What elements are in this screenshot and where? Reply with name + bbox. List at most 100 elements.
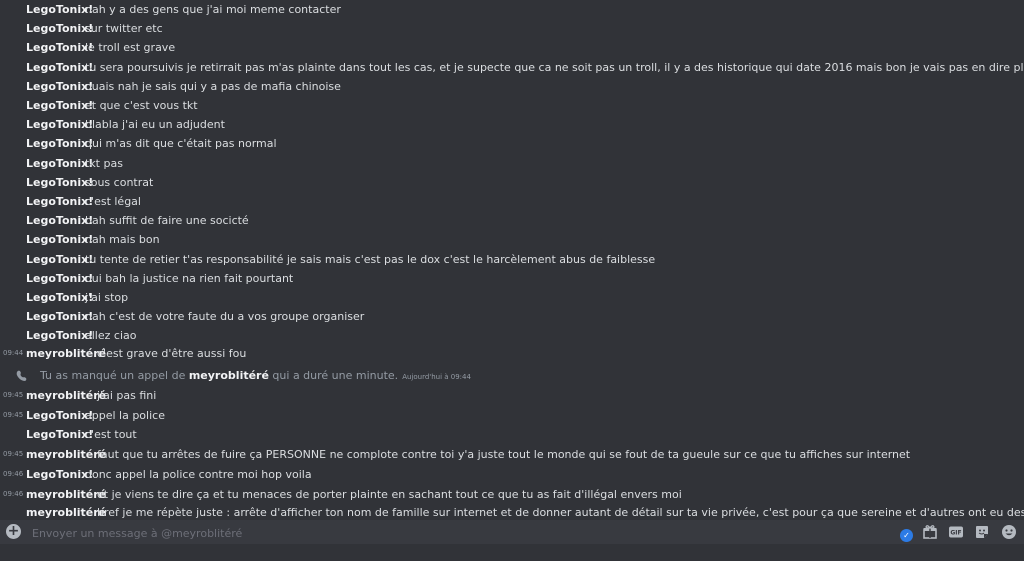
message-text: tkt pas bbox=[85, 156, 123, 170]
message-text: j'ai pas fini bbox=[97, 389, 157, 402]
verified-check-icon: ✓ bbox=[900, 529, 913, 542]
message-row: LegoTonix! tu tente de retier t'as respon… bbox=[0, 250, 1024, 269]
add-attachment-button[interactable]: + bbox=[6, 524, 21, 539]
message-row: LegoTonix! c'est légal bbox=[0, 192, 1024, 211]
message-author[interactable]: LegoTonix! bbox=[26, 38, 93, 57]
message-composer: + ✓ GIF bbox=[0, 520, 1024, 544]
message-timestamp: 09:46 bbox=[3, 490, 24, 498]
message-row: 09:45 meyroblitéré j'ai pas fini bbox=[0, 386, 1024, 405]
message-text: appel la police bbox=[85, 409, 165, 422]
message-author[interactable]: LegoTonix! bbox=[26, 288, 93, 307]
message-row: LegoTonix! ouais nah je sais qui y a pas … bbox=[0, 77, 1024, 96]
message-author[interactable]: meyroblitéré bbox=[26, 503, 106, 520]
message-author[interactable]: meyroblitéré bbox=[26, 344, 106, 363]
message-row: LegoTonix! allez ciao bbox=[0, 326, 1024, 345]
call-timestamp: Aujourd'hui à 09:44 bbox=[402, 373, 471, 381]
message-row: LegoTonix! tu sera poursuivis je retirrai… bbox=[0, 58, 1024, 77]
message-author[interactable]: meyroblitéré bbox=[26, 485, 106, 504]
message-row: 09:44 meyroblitéré c'est grave d'être auss… bbox=[0, 344, 1024, 363]
message-row: LegoTonix! j'ai stop bbox=[0, 288, 1024, 307]
message-author[interactable]: meyroblitéré bbox=[26, 386, 106, 405]
message-author[interactable]: LegoTonix! bbox=[26, 465, 93, 484]
message-text: bah suffit de faire une socicté bbox=[85, 214, 249, 228]
message-text: c'est grave d'être aussi fou bbox=[97, 347, 247, 360]
message-row: LegoTonix! sous contrat bbox=[0, 173, 1024, 192]
message-text: et je viens te dire ça et tu menaces de … bbox=[97, 488, 682, 501]
message-list: LegoTonix! nah y a des gens que j'ai moi … bbox=[0, 0, 1024, 520]
message-text: et que c'est vous tkt bbox=[85, 99, 198, 112]
message-author[interactable]: LegoTonix! bbox=[26, 250, 93, 269]
message-text: oui bah la justice na rien fait pourtant bbox=[85, 271, 294, 285]
svg-text:GIF: GIF bbox=[950, 530, 961, 537]
message-author[interactable]: LegoTonix! bbox=[26, 326, 93, 345]
message-row: LegoTonix! nah c'est de votre faute du a … bbox=[0, 307, 1024, 326]
message-row: LegoTonix! sur twitter etc bbox=[0, 19, 1024, 38]
message-author[interactable]: LegoTonix! bbox=[26, 115, 93, 134]
call-notice-text: Tu as manqué un appel de meyroblitéré qu… bbox=[40, 366, 471, 387]
message-row: LegoTonix! blabla j'ai eu un adjudent bbox=[0, 115, 1024, 134]
message-text: j'ai stop bbox=[85, 291, 129, 304]
message-row: LegoTonix! c'est tout bbox=[0, 425, 1024, 444]
sticker-icon[interactable] bbox=[974, 524, 990, 540]
message-author[interactable]: LegoTonix! bbox=[26, 96, 93, 115]
message-row: LegoTonix! bah suffit de faire une socict… bbox=[0, 211, 1024, 230]
message-timestamp: 09:44 bbox=[3, 349, 24, 357]
gif-icon[interactable]: GIF bbox=[948, 524, 964, 540]
message-text: faut que tu arrêtes de fuire ça PERSONNE… bbox=[97, 448, 911, 461]
message-timestamp: 09:45 bbox=[3, 450, 24, 458]
message-author[interactable]: LegoTonix! bbox=[26, 19, 93, 38]
message-text: ouais nah je sais qui y a pas de mafia c… bbox=[85, 79, 341, 93]
call-suffix: qui a duré une minute. bbox=[268, 369, 399, 382]
message-text: qui m'as dit que c'était pas normal bbox=[85, 137, 277, 151]
message-author[interactable]: meyroblitéré bbox=[26, 445, 106, 464]
message-author[interactable]: LegoTonix! bbox=[26, 173, 93, 192]
message-text: nah y a des gens que j'ai moi meme conta… bbox=[85, 3, 341, 16]
message-author[interactable]: LegoTonix! bbox=[26, 154, 93, 173]
message-input[interactable] bbox=[30, 522, 734, 544]
emoji-icon[interactable] bbox=[1001, 524, 1017, 540]
message-timestamp: 09:45 bbox=[3, 411, 24, 419]
message-row: 09:45 LegoTonix! appel la police bbox=[0, 406, 1024, 425]
message-author[interactable]: LegoTonix! bbox=[26, 77, 93, 96]
message-author[interactable]: LegoTonix! bbox=[26, 192, 93, 211]
message-text: bref je me répète juste : arrête d'affic… bbox=[97, 506, 1024, 519]
message-row: LegoTonix! et que c'est vous tkt bbox=[0, 96, 1024, 115]
message-author[interactable]: LegoTonix! bbox=[26, 134, 93, 153]
message-text: sous contrat bbox=[85, 175, 154, 189]
message-row: 09:46 LegoTonix! donc appel la police cont… bbox=[0, 465, 1024, 484]
call-prefix: Tu as manqué un appel de bbox=[40, 369, 189, 382]
message-text: donc appel la police contre moi hop voil… bbox=[85, 468, 312, 481]
message-row: 09:46 meyroblitéré et je viens te dire ça … bbox=[0, 485, 1024, 504]
message-row: LegoTonix! nah y a des gens que j'ai moi … bbox=[0, 0, 1024, 19]
message-author[interactable]: LegoTonix! bbox=[26, 406, 93, 425]
message-text: tu tente de retier t'as responsabilité j… bbox=[85, 252, 656, 266]
message-text: nah c'est de votre faute du a vos groupe… bbox=[85, 310, 365, 324]
message-author[interactable]: LegoTonix! bbox=[26, 211, 93, 230]
message-author[interactable]: LegoTonix! bbox=[26, 269, 93, 288]
message-row: LegoTonix! tkt pas bbox=[0, 154, 1024, 173]
message-row: LegoTonix! oui bah la justice na rien fai… bbox=[0, 269, 1024, 288]
message-row: LegoTonix! nah mais bon bbox=[0, 230, 1024, 249]
message-text: allez ciao bbox=[85, 329, 137, 343]
bottom-spacer bbox=[0, 544, 1024, 561]
missed-call-notice: Tu as manqué un appel de meyroblitéré qu… bbox=[0, 366, 1024, 385]
message-row: LegoTonix! le troll est grave bbox=[0, 38, 1024, 57]
gift-icon[interactable] bbox=[922, 524, 938, 540]
message-author[interactable]: LegoTonix! bbox=[26, 230, 93, 249]
message-author[interactable]: LegoTonix! bbox=[26, 425, 93, 444]
message-text: c'est légal bbox=[85, 195, 141, 208]
message-row: LegoTonix! qui m'as dit que c'était pas n… bbox=[0, 134, 1024, 153]
message-text: blabla j'ai eu un adjudent bbox=[85, 118, 225, 132]
message-text: le troll est grave bbox=[85, 41, 176, 55]
message-text: c'est tout bbox=[85, 428, 137, 441]
message-author[interactable]: LegoTonix! bbox=[26, 0, 93, 19]
phone-icon bbox=[16, 370, 27, 381]
message-author[interactable]: LegoTonix! bbox=[26, 307, 93, 326]
message-row: meyroblitéré bref je me répète juste : ar… bbox=[0, 503, 1024, 520]
message-timestamp: 09:46 bbox=[3, 470, 24, 478]
message-author[interactable]: LegoTonix! bbox=[26, 58, 93, 77]
message-text: sur twitter etc bbox=[85, 22, 163, 36]
call-caller[interactable]: meyroblitéré bbox=[189, 369, 269, 382]
message-text: tu sera poursuivis je retirrait pas m'as… bbox=[85, 60, 1024, 74]
message-timestamp: 09:45 bbox=[3, 391, 24, 399]
